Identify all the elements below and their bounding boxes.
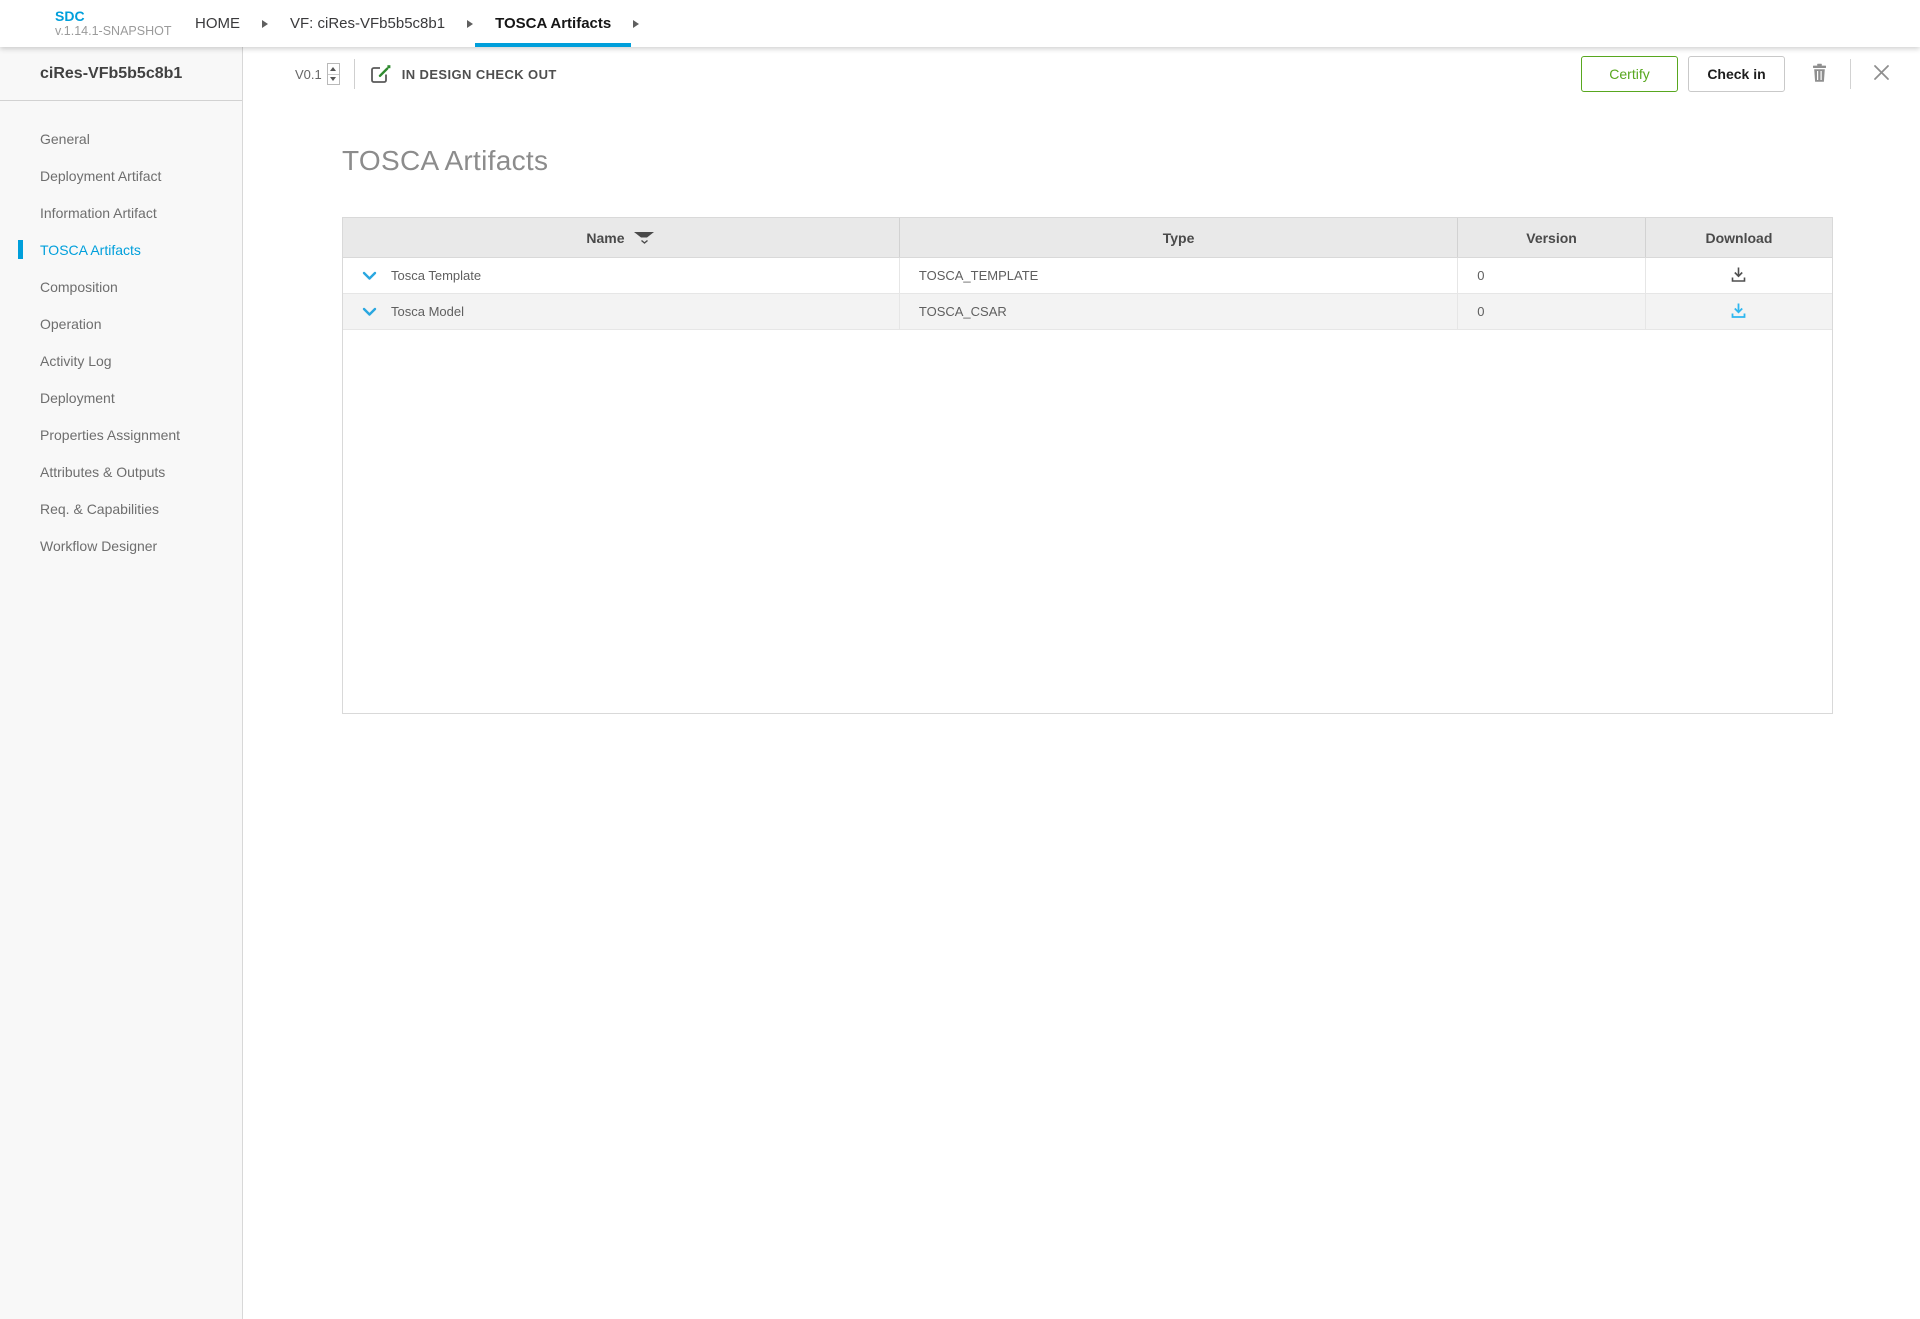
artifacts-table: Name Type Version Download Tosca Templat… [342, 217, 1833, 714]
sidebar-item-information-artifact[interactable]: Information Artifact [0, 194, 242, 231]
sidebar-item-tosca-artifacts[interactable]: TOSCA Artifacts [0, 231, 242, 268]
artifact-name-cell: Tosca Template [343, 258, 900, 293]
sidebar-item-composition[interactable]: Composition [0, 268, 242, 305]
trash-icon [1811, 63, 1828, 86]
top-bar: SDC v.1.14.1-SNAPSHOT HOME VF: ciRes-VFb… [0, 0, 1920, 47]
certify-button[interactable]: Certify [1581, 56, 1678, 92]
artifact-name-cell: Tosca Model [343, 294, 900, 329]
workspace-toolbar: V0.1 IN DESIGN CHECK OUT Certify Check i… [243, 47, 1920, 101]
tab-vf-cires[interactable]: VF: ciRes-VFb5b5c8b1 [270, 0, 465, 47]
resource-title: ciRes-VFb5b5c8b1 [0, 47, 242, 101]
sidebar-item-properties-assignment[interactable]: Properties Assignment [0, 416, 242, 453]
sdc-app: SDC v.1.14.1-SNAPSHOT HOME VF: ciRes-VFb… [0, 0, 1920, 1319]
tosca-artifacts-view: TOSCA Artifacts Name Type Version Downlo… [243, 101, 1920, 714]
sidebar-item-deployment-artifact[interactable]: Deployment Artifact [0, 157, 242, 194]
sidebar-menu: General Deployment Artifact Information … [0, 101, 242, 564]
breadcrumb: HOME VF: ciRes-VFb5b5c8b1 TOSCA Artifact… [175, 0, 641, 47]
download-button[interactable] [1723, 299, 1754, 325]
page-title: TOSCA Artifacts [342, 145, 549, 176]
sidebar-item-workflow-designer[interactable]: Workflow Designer [0, 527, 242, 564]
sidebar-item-general[interactable]: General [0, 120, 242, 157]
table-row-tosca-model[interactable]: Tosca Model TOSCA_CSAR 0 [343, 294, 1832, 330]
toolbar-divider [1850, 59, 1851, 89]
column-header-version[interactable]: Version [1458, 218, 1646, 257]
chevron-down-icon[interactable] [362, 307, 377, 317]
toolbar-divider [353, 59, 355, 89]
logo-version: v.1.14.1-SNAPSHOT [55, 24, 172, 39]
sdc-logo: SDC v.1.14.1-SNAPSHOT [55, 0, 175, 47]
main-area: V0.1 IN DESIGN CHECK OUT Certify Check i… [243, 47, 1920, 1319]
breadcrumb-arrow-icon [262, 19, 268, 28]
sidebar-item-attributes-outputs[interactable]: Attributes & Outputs [0, 453, 242, 490]
artifact-version-cell: 0 [1458, 294, 1646, 329]
close-icon [1873, 64, 1890, 84]
sidebar-item-req-capabilities[interactable]: Req. & Capabilities [0, 490, 242, 527]
spinner-up-icon[interactable] [328, 64, 339, 74]
sidebar-item-deployment[interactable]: Deployment [0, 379, 242, 416]
active-indicator [18, 240, 23, 259]
checkin-button[interactable]: Check in [1688, 56, 1785, 92]
download-icon [1729, 301, 1748, 323]
artifact-download-cell [1646, 294, 1832, 329]
artifact-type-cell: TOSCA_CSAR [900, 294, 1459, 329]
download-icon [1729, 265, 1748, 287]
close-button[interactable] [1865, 60, 1898, 88]
lifecycle-status: IN DESIGN CHECK OUT [401, 66, 557, 82]
artifact-name: Tosca Model [391, 304, 464, 319]
sidebar-item-operation[interactable]: Operation [0, 305, 242, 342]
sidebar-item-activity-log[interactable]: Activity Log [0, 342, 242, 379]
breadcrumb-arrow-icon [633, 19, 640, 28]
delete-button[interactable] [1803, 59, 1836, 90]
logo-title: SDC [55, 8, 85, 25]
breadcrumb-arrow-icon [467, 19, 474, 28]
artifact-download-cell [1646, 258, 1832, 293]
table-row-tosca-template[interactable]: Tosca Template TOSCA_TEMPLATE 0 [343, 258, 1832, 294]
table-header: Name Type Version Download [343, 218, 1832, 258]
column-header-download[interactable]: Download [1646, 218, 1832, 257]
tab-tosca-artifacts[interactable]: TOSCA Artifacts [475, 0, 632, 47]
download-button[interactable] [1723, 263, 1754, 289]
column-header-type[interactable]: Type [900, 218, 1459, 257]
column-header-name[interactable]: Name [343, 218, 900, 257]
artifact-name: Tosca Template [391, 268, 482, 283]
sort-icon [633, 230, 656, 245]
sidebar-item-label: TOSCA Artifacts [40, 241, 141, 258]
artifact-version-cell: 0 [1458, 258, 1646, 293]
spinner-down-icon[interactable] [327, 73, 339, 85]
edit-pencil-icon [369, 64, 391, 85]
version-spinner[interactable] [326, 63, 340, 85]
version-label: V0.1 [295, 66, 322, 82]
artifact-type-cell: TOSCA_TEMPLATE [900, 258, 1459, 293]
chevron-down-icon[interactable] [362, 271, 377, 281]
tab-home[interactable]: HOME [175, 0, 260, 47]
sidebar: ciRes-VFb5b5c8b1 General Deployment Arti… [0, 47, 243, 1319]
